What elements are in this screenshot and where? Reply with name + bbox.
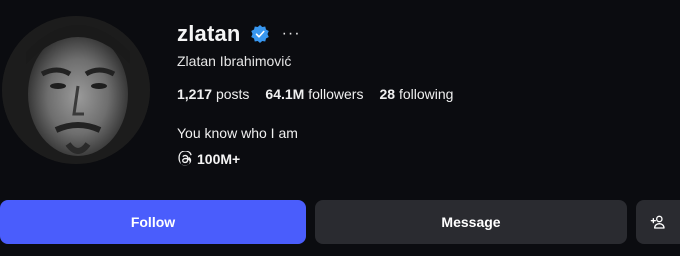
- profile-avatar[interactable]: [2, 16, 150, 164]
- full-name: Zlatan Ibrahimović: [177, 53, 292, 69]
- bio-text: You know who I am: [177, 125, 298, 141]
- followers-value: 64.1M: [265, 86, 305, 102]
- profile-header: zlatan ··· Zlatan Ibrahimović 1,217 post…: [177, 19, 469, 167]
- add-user-icon: [650, 215, 665, 229]
- username-row: zlatan ···: [177, 19, 469, 49]
- posts-value: 1,217: [177, 86, 213, 102]
- following-label: following: [398, 86, 454, 102]
- verified-badge-icon: [250, 24, 270, 44]
- username: zlatan: [177, 21, 241, 46]
- threads-icon: [178, 151, 192, 166]
- posts-count: 1,217 posts: [177, 86, 249, 102]
- suggested-users-button[interactable]: [636, 200, 680, 244]
- followers-label: followers: [308, 86, 364, 102]
- followers-link[interactable]: 64.1M followers: [265, 86, 363, 102]
- more-options-icon[interactable]: ···: [282, 25, 301, 43]
- profile-stats: 1,217 posts 64.1M followers 28 following: [177, 86, 469, 102]
- following-link[interactable]: 28 following: [379, 86, 453, 102]
- threads-count: 100M+: [197, 151, 241, 167]
- message-button[interactable]: Message: [315, 200, 627, 244]
- follow-button[interactable]: Follow: [0, 200, 306, 244]
- threads-link[interactable]: 100M+: [177, 151, 469, 167]
- posts-label: posts: [215, 86, 250, 102]
- following-value: 28: [379, 86, 396, 102]
